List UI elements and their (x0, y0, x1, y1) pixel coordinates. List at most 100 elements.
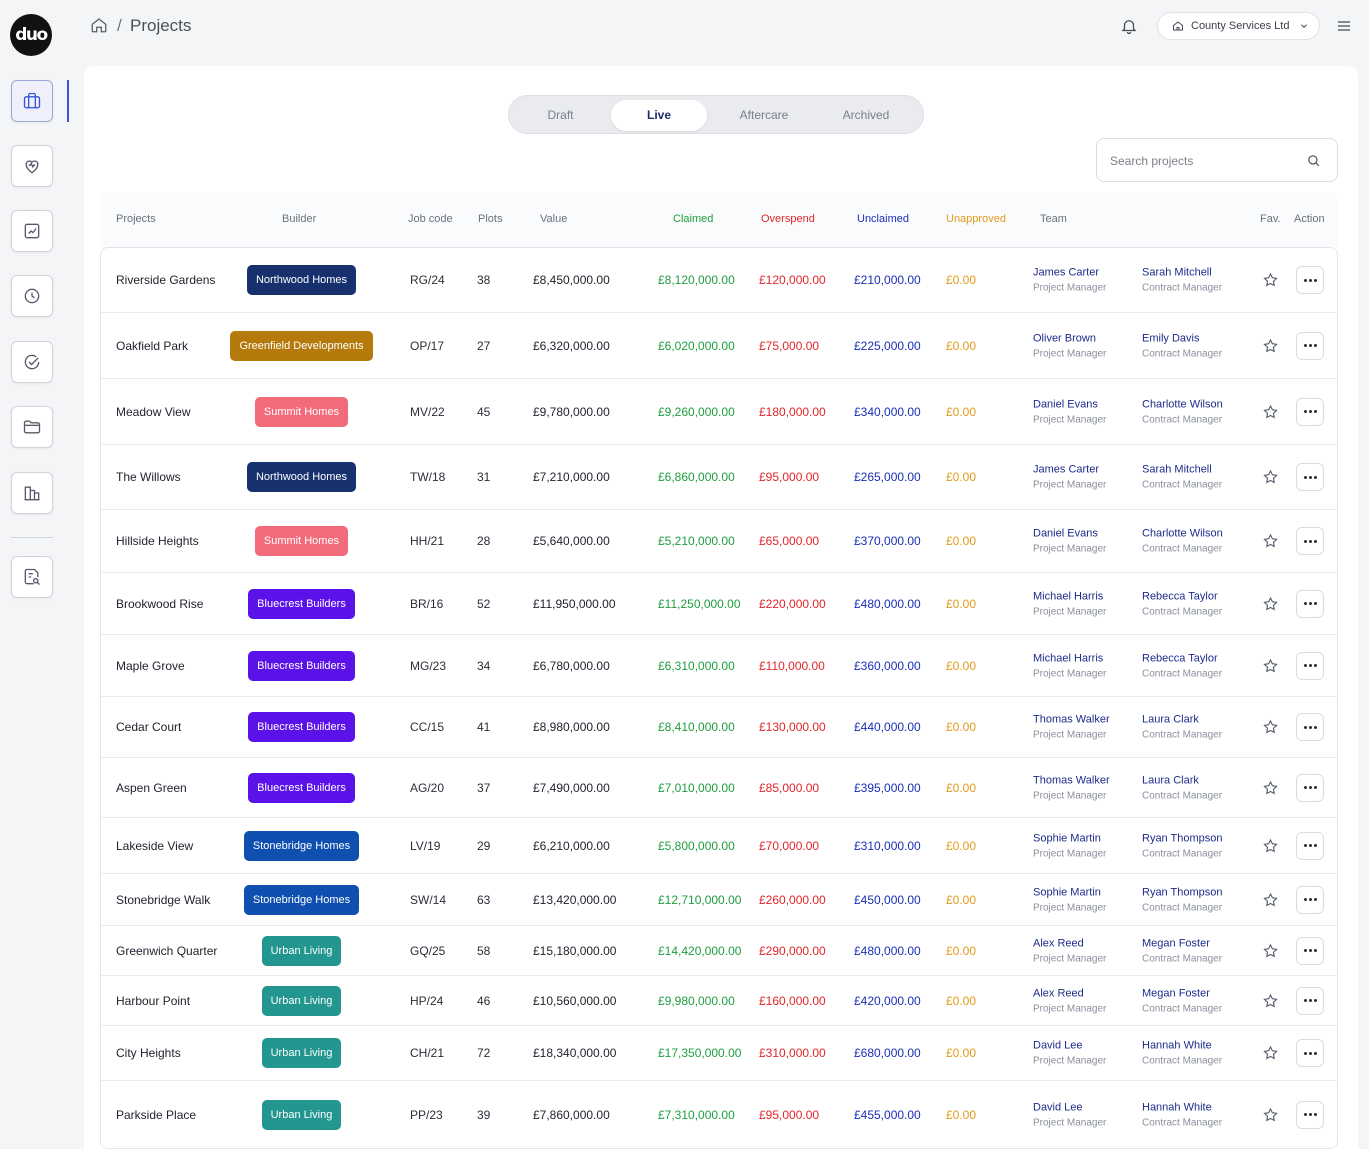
table-row[interactable]: Stonebridge Walk Stonebridge Homes SW/14 63… (101, 874, 1337, 926)
row-actions-button[interactable] (1296, 831, 1324, 860)
star-icon[interactable] (1262, 469, 1279, 486)
project-manager[interactable]: Oliver Brown Project Manager (1033, 332, 1106, 359)
row-actions-button[interactable] (1296, 651, 1324, 680)
row-actions-button[interactable] (1296, 773, 1324, 802)
project-manager[interactable]: David Lee Project Manager (1033, 1101, 1106, 1128)
project-manager[interactable]: Sophie Martin Project Manager (1033, 832, 1106, 859)
tab-draft[interactable]: Draft (513, 100, 608, 131)
project-manager[interactable]: Michael Harris Project Manager (1033, 652, 1106, 679)
star-icon[interactable] (1262, 1106, 1279, 1123)
contract-manager[interactable]: Emily Davis Contract Manager (1142, 332, 1222, 359)
project-manager[interactable]: Michael Harris Project Manager (1033, 590, 1106, 617)
home-icon[interactable] (90, 16, 108, 34)
column-overspend[interactable]: Overspend (761, 213, 815, 225)
contract-manager[interactable]: Hannah White Contract Manager (1142, 1101, 1222, 1128)
project-manager[interactable]: Alex Reed Project Manager (1033, 987, 1106, 1014)
table-row[interactable]: Oakfield Park Greenfield Developments OP/1… (101, 313, 1337, 379)
tab-archived[interactable]: Archived (817, 100, 915, 131)
contract-manager[interactable]: Charlotte Wilson Contract Manager (1142, 398, 1223, 425)
contract-manager[interactable]: Hannah White Contract Manager (1142, 1040, 1222, 1067)
sidebar-item-history[interactable] (11, 275, 53, 317)
star-icon[interactable] (1262, 837, 1279, 854)
contract-manager[interactable]: Rebecca Taylor Contract Manager (1142, 652, 1222, 679)
row-actions-button[interactable] (1296, 331, 1324, 360)
contract-manager[interactable]: Charlotte Wilson Contract Manager (1142, 528, 1223, 555)
sidebar-item-documents[interactable] (11, 406, 53, 448)
contract-manager[interactable]: Ryan Thompson Contract Manager (1142, 886, 1223, 913)
star-icon[interactable] (1262, 891, 1279, 908)
row-actions-button[interactable] (1296, 266, 1324, 294)
tab-live[interactable]: Live (611, 100, 707, 131)
contract-manager[interactable]: Ryan Thompson Contract Manager (1142, 832, 1223, 859)
table-row[interactable]: Maple Grove Bluecrest Builders MG/23 34 £6,7… (101, 635, 1337, 697)
sidebar-item-approvals[interactable] (11, 341, 53, 383)
column-job-code[interactable]: Job code (408, 213, 453, 225)
table-row[interactable]: The Willows Northwood Homes TW/18 31 £7,210,… (101, 445, 1337, 510)
column-projects[interactable]: Projects (116, 213, 156, 225)
star-icon[interactable] (1262, 595, 1279, 612)
column-builder[interactable]: Builder (282, 213, 316, 225)
project-manager[interactable]: Thomas Walker Project Manager (1033, 714, 1110, 741)
contract-manager[interactable]: Sarah Mitchell Contract Manager (1142, 464, 1222, 491)
contract-manager[interactable]: Laura Clark Contract Manager (1142, 774, 1222, 801)
contract-manager[interactable]: Rebecca Taylor Contract Manager (1142, 590, 1222, 617)
search-icon[interactable] (1306, 153, 1321, 168)
organisation-select[interactable]: County Services Ltd (1157, 12, 1320, 40)
table-row[interactable]: Hillside Heights Summit Homes HH/21 28 £5,64… (101, 510, 1337, 573)
row-actions-button[interactable] (1296, 713, 1324, 741)
project-manager[interactable]: Alex Reed Project Manager (1033, 937, 1106, 964)
star-icon[interactable] (1262, 337, 1279, 354)
project-manager[interactable]: James Carter Project Manager (1033, 267, 1106, 294)
project-manager[interactable]: James Carter Project Manager (1033, 464, 1106, 491)
menu-icon[interactable] (1336, 18, 1352, 34)
star-icon[interactable] (1262, 779, 1279, 796)
table-row[interactable]: Meadow View Summit Homes MV/22 45 £9,780,000… (101, 379, 1337, 445)
row-actions-button[interactable] (1296, 885, 1324, 914)
star-icon[interactable] (1262, 533, 1279, 550)
project-manager[interactable]: David Lee Project Manager (1033, 1040, 1106, 1067)
star-icon[interactable] (1262, 992, 1279, 1009)
table-row[interactable]: Brookwood Rise Bluecrest Builders BR/16 52 £… (101, 573, 1337, 635)
sidebar-item-buildings[interactable] (11, 472, 53, 514)
table-row[interactable]: Greenwich Quarter Urban Living GQ/25 58 £15,… (101, 926, 1337, 976)
column-value[interactable]: Value (540, 213, 567, 225)
column-plots[interactable]: Plots (478, 213, 502, 225)
table-row[interactable]: Parkside Place Urban Living PP/23 39 £7,860,… (101, 1081, 1337, 1148)
star-icon[interactable] (1262, 657, 1279, 674)
project-manager[interactable]: Daniel Evans Project Manager (1033, 528, 1106, 555)
star-icon[interactable] (1262, 942, 1279, 959)
table-row[interactable]: Harbour Point Urban Living HP/24 46 £10,560,… (101, 976, 1337, 1026)
column-claimed[interactable]: Claimed (673, 213, 713, 225)
row-actions-button[interactable] (1296, 463, 1324, 491)
column-unclaimed[interactable]: Unclaimed (857, 213, 909, 225)
table-row[interactable]: City Heights Urban Living CH/21 72 £18,340,0… (101, 1026, 1337, 1081)
table-row[interactable]: Lakeside View Stonebridge Homes LV/19 29 £6,… (101, 818, 1337, 874)
duo-logo[interactable]: duo (10, 14, 52, 56)
contract-manager[interactable]: Megan Foster Contract Manager (1142, 937, 1222, 964)
sidebar-item-aftercare[interactable] (11, 145, 53, 187)
row-actions-button[interactable] (1296, 936, 1324, 965)
project-manager[interactable]: Sophie Martin Project Manager (1033, 886, 1106, 913)
bell-icon[interactable] (1120, 17, 1138, 35)
star-icon[interactable] (1262, 1045, 1279, 1062)
contract-manager[interactable]: Sarah Mitchell Contract Manager (1142, 267, 1222, 294)
row-actions-button[interactable] (1296, 1039, 1324, 1067)
tab-aftercare[interactable]: Aftercare (713, 100, 815, 131)
table-row[interactable]: Cedar Court Bluecrest Builders CC/15 41 £8,9… (101, 697, 1337, 758)
row-actions-button[interactable] (1296, 527, 1324, 555)
contract-manager[interactable]: Laura Clark Contract Manager (1142, 714, 1222, 741)
star-icon[interactable] (1262, 272, 1279, 289)
row-actions-button[interactable] (1296, 986, 1324, 1015)
project-manager[interactable]: Daniel Evans Project Manager (1033, 398, 1106, 425)
table-row[interactable]: Riverside Gardens Northwood Homes RG/24 38 £… (101, 248, 1337, 313)
search-input[interactable] (1110, 151, 1300, 171)
row-actions-button[interactable] (1296, 1100, 1324, 1129)
sidebar-item-reports[interactable] (11, 210, 53, 252)
column-unapproved[interactable]: Unapproved (946, 213, 1006, 225)
sidebar-item-audit[interactable] (11, 556, 53, 598)
contract-manager[interactable]: Megan Foster Contract Manager (1142, 987, 1222, 1014)
sidebar-item-projects[interactable] (11, 80, 53, 122)
star-icon[interactable] (1262, 403, 1279, 420)
row-actions-button[interactable] (1296, 397, 1324, 426)
row-actions-button[interactable] (1296, 589, 1324, 618)
